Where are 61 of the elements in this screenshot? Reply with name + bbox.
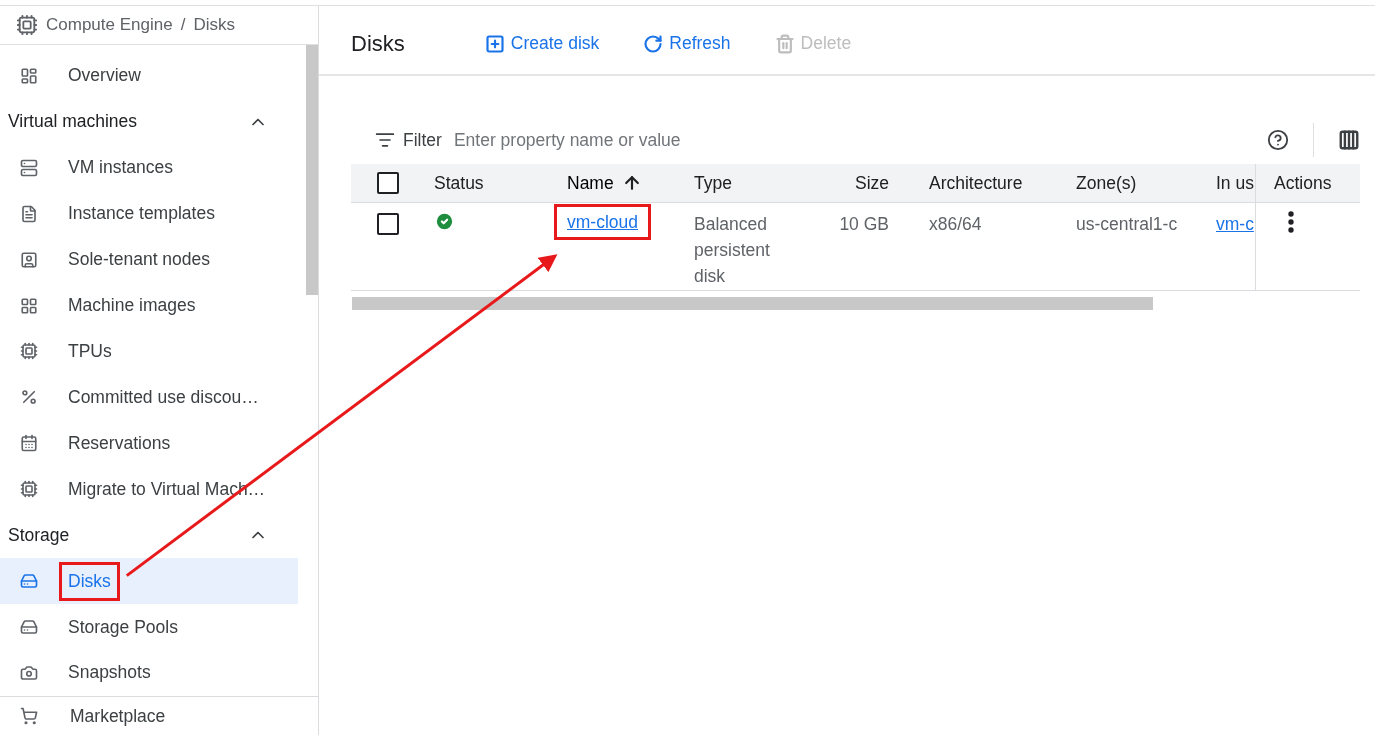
sidebar-item[interactable]: Storage Pools — [0, 604, 298, 650]
section-heading: Virtual machines — [8, 111, 138, 133]
sidebar-item[interactable]: Overview — [0, 53, 298, 99]
filter-icon — [375, 130, 395, 150]
create-button[interactable]: Create disk — [484, 33, 600, 54]
column-header[interactable]: Type — [676, 164, 801, 203]
help-button[interactable] — [1267, 129, 1289, 151]
trash-icon — [774, 33, 795, 54]
table-cell: us-central1-c — [1058, 203, 1198, 291]
sidebar-item[interactable]: TPUs — [0, 328, 298, 375]
breadcrumb-separator: / — [180, 15, 186, 35]
dashboard-icon — [20, 66, 38, 85]
chip-icon — [20, 480, 38, 499]
breadcrumb-product[interactable]: Compute Engine — [46, 15, 173, 35]
horizontal-scrollbar[interactable] — [352, 297, 1153, 310]
filter-button[interactable]: Filter — [351, 129, 442, 151]
row-checkbox[interactable] — [377, 213, 399, 235]
chip-icon — [20, 342, 38, 361]
table-cell: Balanced persistent disk — [676, 203, 801, 291]
camera-icon — [20, 663, 38, 682]
columns-icon — [1338, 129, 1360, 151]
refresh-button[interactable]: Refresh — [643, 33, 731, 54]
help-icon — [1267, 129, 1289, 151]
column-header[interactable]: Name — [549, 164, 676, 203]
column-header[interactable]: Architecture — [911, 164, 1058, 203]
in-use-link[interactable]: vm-c — [1216, 214, 1254, 234]
chip-icon — [16, 14, 38, 36]
cart-icon — [20, 707, 38, 725]
table-cell: 10 GB — [801, 203, 911, 291]
percent-icon — [20, 388, 38, 407]
column-header[interactable]: In us — [1198, 164, 1255, 203]
sidebar-item[interactable]: Reservations — [0, 420, 298, 467]
refresh-icon — [643, 33, 664, 54]
calendar-icon — [20, 434, 38, 453]
section-heading: Storage — [8, 524, 70, 546]
server-icon — [20, 158, 38, 177]
column-header[interactable]: Size — [801, 164, 911, 203]
page-title: Disks — [351, 30, 405, 57]
more-icon — [1288, 211, 1294, 233]
sidebar-item[interactable]: VM instances — [0, 144, 298, 191]
user-square-icon — [20, 250, 38, 269]
column-header[interactable]: Actions — [1255, 164, 1360, 203]
sidebar-item[interactable]: Sole-tenant nodes — [0, 236, 298, 283]
sidebar-item[interactable]: Machine images — [0, 282, 298, 329]
column-header[interactable]: Zone(s) — [1058, 164, 1198, 203]
select-all-checkbox[interactable] — [377, 172, 399, 194]
column-header[interactable]: Status — [416, 164, 549, 203]
sidebar-item[interactable]: Committed use discou… — [0, 374, 298, 421]
sidebar-item[interactable]: Disks — [0, 558, 298, 605]
scrollbar-thumb[interactable] — [306, 45, 318, 295]
document-icon — [20, 204, 38, 223]
columns-button[interactable] — [1338, 129, 1360, 151]
add-box-icon — [484, 33, 505, 54]
disk-name-link[interactable]: vm-cloud — [557, 207, 648, 237]
breadcrumb-page: Disks — [193, 15, 235, 35]
sidebar-item[interactable]: Instance templates — [0, 190, 298, 237]
table-cell: x86/64 — [911, 203, 1058, 291]
more-button[interactable] — [1288, 211, 1294, 233]
sidebar-item[interactable]: Marketplace — [0, 696, 318, 735]
grid-icon — [20, 296, 38, 315]
sidebar-item[interactable]: Snapshots — [0, 650, 298, 696]
